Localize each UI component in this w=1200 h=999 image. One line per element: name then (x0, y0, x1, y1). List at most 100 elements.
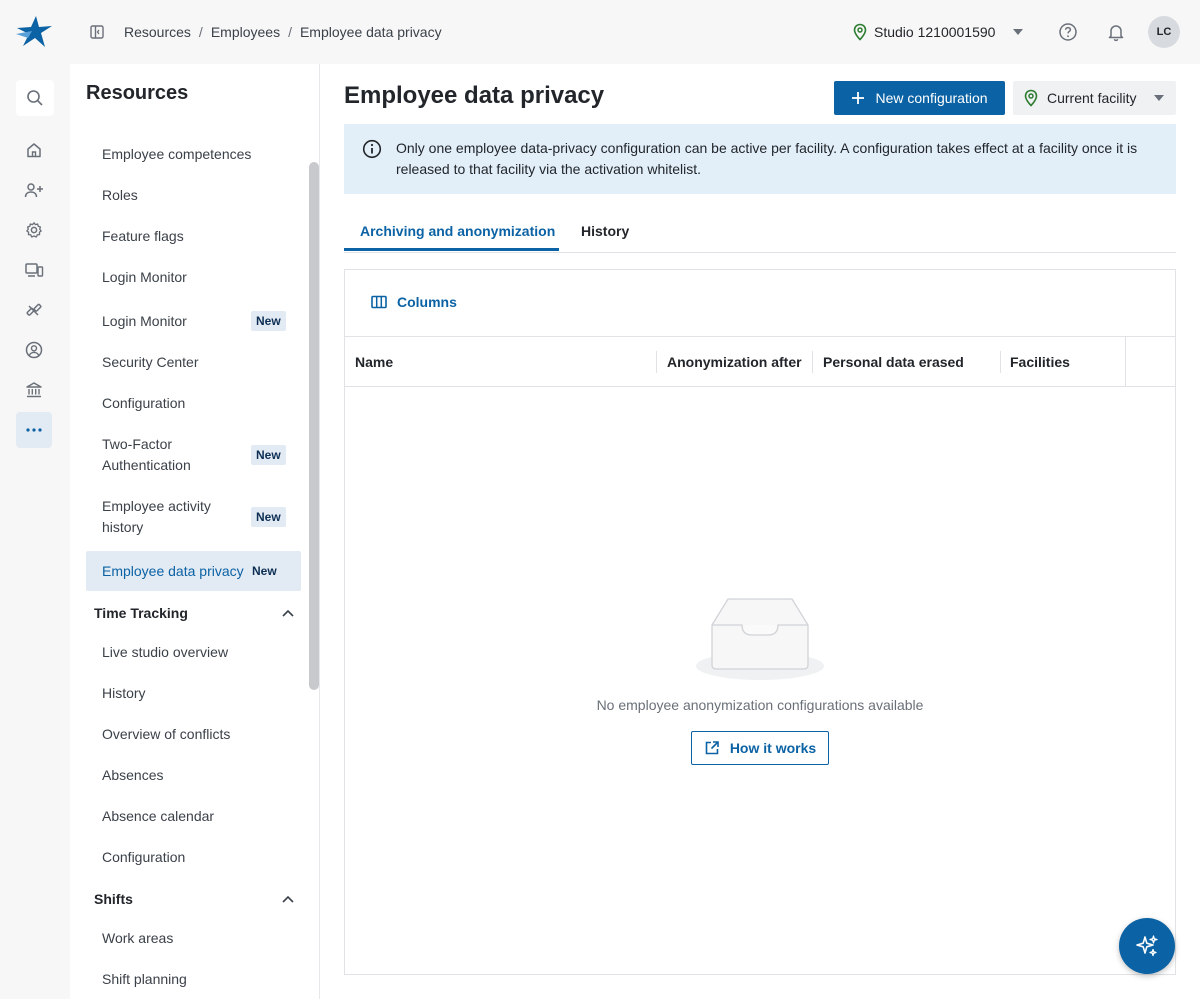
gear-icon (26, 222, 42, 238)
section-title: Shifts (94, 891, 133, 907)
sidebar-item-label: Employee activity history (102, 498, 211, 535)
chevron-down-icon (1013, 29, 1024, 35)
main-content: Employee data privacy New configuration … (320, 64, 1200, 999)
rail-add-user[interactable] (16, 172, 52, 208)
rail-settings[interactable] (16, 212, 52, 248)
sidebar-item-label: Live studio overview (102, 644, 229, 660)
rail-bank[interactable] (16, 372, 52, 408)
avatar[interactable]: LC (1148, 16, 1180, 48)
sidebar-item-roles[interactable]: Roles (86, 185, 301, 206)
sidebar-section-shifts[interactable]: Shifts (94, 889, 294, 909)
help-icon[interactable] (1058, 22, 1078, 42)
logo-icon[interactable] (14, 14, 54, 50)
sidebar-item-label: Configuration (102, 395, 186, 411)
bell-icon[interactable] (1106, 22, 1126, 42)
sidebar-item-employee-data-privacy[interactable]: Employee data privacy New (86, 551, 301, 591)
profile-icon (25, 341, 43, 359)
section-title: Time Tracking (94, 605, 188, 621)
sidebar-item-label: Shift planning (102, 971, 187, 987)
sidebar-title: Resources (86, 82, 189, 104)
sparkle-icon (1136, 935, 1158, 957)
sidebar-item-label: Configuration (102, 849, 186, 865)
breadcrumb-separator: / (198, 24, 203, 40)
home-icon (27, 143, 41, 158)
sidebar-item-login-monitor-new[interactable]: Login Monitor New (86, 309, 301, 333)
sidebar-item-label: Login Monitor (102, 312, 187, 329)
sidebar-item-history[interactable]: History (86, 683, 301, 704)
sidebar: Resources Employee competences Roles Fea… (70, 64, 320, 999)
column-divider (1125, 337, 1126, 387)
bank-icon (26, 382, 42, 398)
chevron-down-icon (1154, 95, 1165, 101)
sidebar-item-tt-configuration[interactable]: Configuration (86, 847, 301, 868)
sidebar-item-label: Absence calendar (102, 808, 215, 824)
configurations-table: Columns Name Anonymization after Persona… (344, 269, 1176, 975)
active-tab-indicator (344, 248, 559, 251)
sidebar-item-live-studio-overview[interactable]: Live studio overview (86, 642, 301, 663)
sidebar-item-activity-history[interactable]: Employee activity history New (86, 496, 301, 538)
empty-inbox-icon (696, 598, 824, 680)
rail-profile[interactable] (16, 332, 52, 368)
new-badge: New (251, 445, 286, 465)
devices-icon (25, 263, 44, 277)
current-facility-dropdown[interactable]: Current facility (1013, 81, 1176, 115)
breadcrumb-item[interactable]: Employees (211, 22, 280, 42)
info-icon (362, 139, 382, 159)
new-configuration-button[interactable]: New configuration (834, 81, 1005, 115)
sidebar-item-label: Work areas (102, 930, 174, 946)
how-it-works-button[interactable]: How it works (691, 731, 829, 765)
rail-tools[interactable] (16, 292, 52, 328)
breadcrumb-item[interactable]: Resources (124, 22, 191, 42)
sidebar-item-absences[interactable]: Absences (86, 765, 301, 786)
sidebar-item-label: Security Center (102, 354, 199, 370)
column-header-anonymization-after[interactable]: Anonymization after (657, 337, 802, 387)
rail-devices[interactable] (16, 252, 52, 288)
new-configuration-label: New configuration (875, 90, 988, 106)
rail-more[interactable] (16, 412, 52, 448)
column-header-name[interactable]: Name (345, 337, 393, 387)
new-badge: New (251, 311, 286, 331)
location-pin-icon (853, 23, 867, 41)
more-icon (26, 428, 42, 432)
columns-icon (371, 295, 387, 309)
sidebar-item-overview-of-conflicts[interactable]: Overview of conflicts (86, 724, 301, 745)
sidebar-item-label: Two-Factor Authentication (102, 436, 191, 473)
column-header-personal-data-erased[interactable]: Personal data erased (813, 337, 964, 387)
search-icon (27, 90, 43, 106)
nav-rail (0, 64, 70, 999)
sidebar-item-employee-competences[interactable]: Employee competences (86, 144, 301, 165)
tools-icon (26, 303, 42, 316)
how-it-works-label: How it works (729, 740, 817, 756)
studio-name: Studio 1210001590 (874, 24, 996, 40)
rail-home[interactable] (16, 132, 52, 168)
add-user-icon (24, 183, 43, 198)
studio-selector[interactable]: Studio 1210001590 (852, 22, 1024, 42)
sidebar-item-absence-calendar[interactable]: Absence calendar (86, 806, 301, 827)
sidebar-item-login-monitor[interactable]: Login Monitor (86, 267, 301, 288)
sidebar-scrollbar[interactable] (309, 162, 319, 690)
sidebar-item-shift-planning[interactable]: Shift planning (86, 969, 301, 990)
sidebar-item-label: Roles (102, 187, 138, 203)
current-facility-label: Current facility (1047, 90, 1137, 106)
page-title: Employee data privacy (344, 82, 605, 109)
columns-button[interactable]: Columns (371, 294, 457, 310)
info-banner: Only one employee data-privacy configura… (344, 124, 1176, 194)
sidebar-item-label: History (102, 685, 146, 701)
rail-search-button[interactable] (16, 80, 54, 116)
sidebar-item-work-areas[interactable]: Work areas (86, 928, 301, 949)
external-link-icon (705, 741, 719, 755)
sidebar-item-security-center[interactable]: Security Center (86, 352, 301, 373)
ai-assistant-button[interactable] (1119, 918, 1175, 974)
tab-history[interactable]: History (581, 222, 629, 240)
sidebar-item-label: Employee data privacy (102, 562, 244, 579)
sidebar-item-two-factor[interactable]: Two-Factor Authentication New (86, 434, 301, 476)
column-header-facilities[interactable]: Facilities (1000, 337, 1070, 387)
sidebar-item-configuration[interactable]: Configuration (86, 393, 301, 414)
sidebar-section-time-tracking[interactable]: Time Tracking (94, 603, 294, 623)
sidebar-item-feature-flags[interactable]: Feature flags (86, 226, 301, 247)
breadcrumb-separator: / (288, 24, 292, 40)
table-header: Name Anonymization after Personal data e… (345, 336, 1175, 387)
panel-toggle-icon[interactable] (89, 24, 105, 40)
new-badge: New (252, 564, 277, 578)
tab-archiving-anonymization[interactable]: Archiving and anonymization (360, 222, 555, 240)
